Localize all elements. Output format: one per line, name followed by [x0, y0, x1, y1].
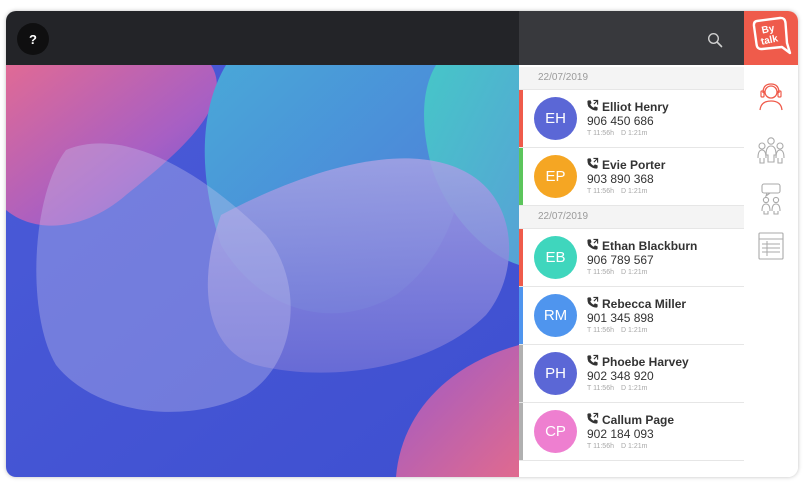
report-table-icon[interactable]: [755, 230, 787, 262]
call-time: T 11:56h: [587, 269, 614, 276]
outgoing-call-icon: [586, 238, 599, 251]
call-meta: T 11:56h D 1:21m: [587, 385, 654, 392]
contact-name: Ethan Blackburn: [602, 239, 698, 253]
call-time: T 11:56h: [587, 130, 614, 137]
call-status-stripe: [519, 345, 523, 402]
outgoing-call-icon: [586, 296, 599, 309]
search-icon[interactable]: [707, 32, 723, 48]
logo-text-talk: talk: [760, 33, 780, 47]
call-time: T 11:56h: [587, 188, 614, 195]
help-button[interactable]: ?: [17, 23, 49, 55]
call-time: T 11:56h: [587, 385, 614, 392]
avatar: PH: [534, 352, 577, 395]
call-row[interactable]: EB Ethan Blackburn 906 789 567 T 11:56h D 1:…: [519, 229, 744, 287]
call-duration: D 1:21m: [621, 327, 648, 334]
call-row[interactable]: EH Elliot Henry 906 450 686 T 11:56h D 1:21m: [519, 90, 744, 148]
bytalk-logo: By talk: [744, 11, 798, 65]
call-meta: T 11:56h D 1:21m: [587, 443, 654, 450]
call-meta: T 11:56h D 1:21m: [587, 188, 654, 195]
avatar: CP: [534, 410, 577, 453]
call-duration: D 1:21m: [621, 130, 648, 137]
call-status-stripe: [519, 403, 523, 460]
avatar: EH: [534, 97, 577, 140]
contact-name: Phoebe Harvey: [602, 355, 689, 369]
agent-headset-icon[interactable]: [755, 80, 787, 112]
phone-number: 906 450 686: [587, 114, 654, 128]
background-artwork: [6, 65, 519, 477]
outgoing-call-icon: [586, 99, 599, 112]
side-navigation: By talk: [744, 11, 798, 477]
call-row[interactable]: RM Rebecca Miller 901 345 898 T 11:56h D 1:2…: [519, 287, 744, 345]
call-time: T 11:56h: [587, 327, 614, 334]
outgoing-call-icon: [586, 354, 599, 367]
outgoing-call-icon: [586, 412, 599, 425]
phone-number: 902 348 920: [587, 369, 654, 383]
call-duration: D 1:21m: [621, 269, 648, 276]
contact-name: Elliot Henry: [602, 100, 669, 114]
call-list: 22/07/2019 EH Elliot Henry 906 450 686 T 11:…: [519, 67, 744, 461]
call-duration: D 1:21m: [621, 443, 648, 450]
top-bar: ?: [6, 11, 519, 65]
speech-bubble-logo-icon: By talk: [752, 16, 792, 55]
chat-users-icon[interactable]: [755, 183, 787, 215]
call-row[interactable]: CP Callum Page 902 184 093 T 11:56h D 1:21m: [519, 403, 744, 461]
call-status-stripe: [519, 229, 523, 286]
phone-number: 906 789 567: [587, 253, 654, 267]
contact-name: Evie Porter: [602, 158, 666, 172]
contacts-group-icon[interactable]: [755, 133, 787, 165]
contact-name: Rebecca Miller: [602, 297, 687, 311]
contact-name: Callum Page: [602, 413, 675, 427]
call-meta: T 11:56h D 1:21m: [587, 327, 654, 334]
date-separator: 22/07/2019: [519, 67, 744, 90]
app-window: ? 22/07/2019 EH Elliot Henry 906 450 686…: [6, 11, 798, 477]
call-status-stripe: [519, 90, 523, 147]
avatar: EB: [534, 236, 577, 279]
phone-number: 902 184 093: [587, 427, 654, 441]
call-meta: T 11:56h D 1:21m: [587, 269, 654, 276]
outgoing-call-icon: [586, 157, 599, 170]
call-meta: T 11:56h D 1:21m: [587, 130, 654, 137]
call-status-stripe: [519, 148, 523, 205]
phone-number: 903 890 368: [587, 172, 654, 186]
avatar: EP: [534, 155, 577, 198]
abstract-blobs-image: [6, 65, 519, 477]
avatar: RM: [534, 294, 577, 337]
call-row[interactable]: PH Phoebe Harvey 902 348 920 T 11:56h D 1:21…: [519, 345, 744, 403]
call-duration: D 1:21m: [621, 385, 648, 392]
call-log-panel: 22/07/2019 EH Elliot Henry 906 450 686 T 11:…: [519, 11, 745, 477]
call-log-header: [519, 11, 744, 65]
phone-number: 901 345 898: [587, 311, 654, 325]
call-row[interactable]: EP Evie Porter 903 890 368 T 11:56h D 1:21m: [519, 148, 744, 206]
call-status-stripe: [519, 287, 523, 344]
call-duration: D 1:21m: [621, 188, 648, 195]
date-separator: 22/07/2019: [519, 206, 744, 229]
call-time: T 11:56h: [587, 443, 614, 450]
